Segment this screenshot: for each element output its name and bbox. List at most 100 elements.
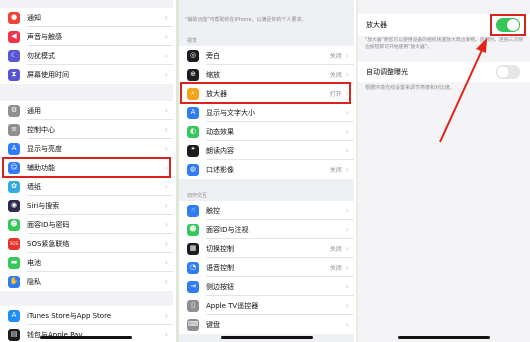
settings-item-notifications[interactable]: ● 通知 › (0, 8, 173, 27)
chevron-right-icon: › (345, 70, 349, 79)
interaction-item-touch[interactable]: ☝ 触控 › (179, 201, 354, 220)
voice-control-icon: ◔ (187, 261, 199, 274)
accessibility-intro: "辅助功能"可帮助你在iPhone，以满足你的个人要求。 (185, 17, 307, 23)
chevron-right-icon: › (164, 311, 168, 320)
settings-item-face-id[interactable]: ☻ 面容ID与密码 › (0, 215, 173, 234)
interaction-item-face-id[interactable]: ☻ 面容ID与注视 › (179, 220, 354, 239)
settings-item-screen-time[interactable]: ⧗ 屏幕使用时间 › (0, 65, 173, 84)
aa-icon: A (8, 142, 20, 155)
interaction-item-apple-tv-remote[interactable]: ▯ Apple TV遥控器 › (179, 296, 354, 315)
chevron-right-icon: › (164, 239, 168, 248)
flower-icon: ✿ (8, 180, 20, 193)
home-indicator (221, 336, 313, 339)
settings-item-wallpaper[interactable]: ✿ 墙纸 › (0, 177, 173, 196)
annotation-arrow (439, 38, 487, 143)
settings-item-sounds[interactable]: ◀ 声音与触感 › (0, 27, 173, 46)
bell-icon: ● (8, 11, 20, 24)
chevron-right-icon: › (345, 127, 349, 136)
home-indicator (40, 336, 132, 339)
interaction-item-switch-control[interactable]: ▦ 切换控制 关闭 › (179, 239, 354, 258)
zoom-icon: ⊕ (187, 68, 199, 81)
chevron-right-icon: › (164, 70, 168, 79)
voiceover-icon: ◎ (187, 49, 199, 62)
interaction-item-keyboard[interactable]: ⌨ 键盘 › (179, 315, 354, 334)
switch-control-icon: ▦ (187, 242, 199, 255)
chevron-right-icon: › (345, 282, 349, 291)
interaction-section-header: 动作交互 (187, 193, 208, 199)
face-id-icon: ☻ (8, 218, 20, 231)
vision-item-voiceover[interactable]: ◎ 旁白 关闭 › (179, 46, 354, 65)
side-button-icon: ⇥ (187, 280, 199, 293)
vision-item-motion[interactable]: ◐ 动态效果 › (179, 122, 354, 141)
settings-item-battery[interactable]: ▬ 电池 › (0, 253, 173, 272)
magnifier-icon: ⌕ (187, 87, 199, 100)
aa-icon: A (187, 106, 199, 119)
chevron-right-icon: › (164, 330, 168, 339)
chevron-right-icon: › (164, 51, 168, 60)
settings-panel: ● 通知 › ◀ 声音与触感 › ☾ 勿扰模式 › ⧗ 屏幕使用时间 › ⚙ 通… (0, 0, 173, 342)
vision-section-header: 视觉 (187, 38, 198, 44)
chevron-right-icon: › (164, 144, 168, 153)
settings-item-app-store[interactable]: A iTunes Store与App Store › (0, 306, 173, 325)
chevron-right-icon: › (345, 244, 349, 253)
speech-bubble-icon: ❝ (187, 144, 199, 157)
switches-icon: ≡ (8, 123, 20, 136)
chevron-right-icon: › (345, 89, 349, 98)
interaction-item-side-button[interactable]: ⇥ 侧边按钮 › (179, 277, 354, 296)
accessibility-panel: "辅助功能"可帮助你在iPhone，以满足你的个人要求。 视觉 ◎ 旁白 关闭 … (176, 0, 354, 342)
settings-item-general[interactable]: ⚙ 通用 › (0, 101, 173, 120)
siri-icon: ◉ (8, 199, 20, 212)
chevron-right-icon: › (164, 220, 168, 229)
interaction-item-voice-control[interactable]: ◔ 语音控制 关闭 › (179, 258, 354, 277)
chevron-right-icon: › (164, 182, 168, 191)
vision-item-spoken[interactable]: ❝ 朗读内容 › (179, 141, 354, 160)
gear-icon: ⚙ (8, 104, 20, 117)
settings-item-control-center[interactable]: ≡ 控制中心 › (0, 120, 173, 139)
hourglass-icon: ⧗ (8, 68, 20, 81)
chevron-right-icon: › (345, 108, 349, 117)
chevron-right-icon: › (345, 146, 349, 155)
chevron-right-icon: › (164, 258, 168, 267)
chevron-right-icon: › (164, 32, 168, 41)
settings-item-siri[interactable]: ◉ Siri与搜索 › (0, 196, 173, 215)
sos-icon: SOS (8, 237, 20, 250)
chevron-right-icon: › (164, 13, 168, 22)
chevron-right-icon: › (164, 201, 168, 210)
moon-icon: ☾ (8, 49, 20, 62)
vision-item-magnifier[interactable]: ⌕ 放大器 打开 › (179, 84, 354, 103)
face-id-icon: ☻ (187, 223, 199, 236)
audio-description-icon: ◍ (187, 163, 199, 176)
motion-icon: ◐ (187, 125, 199, 138)
chevron-right-icon: › (345, 263, 349, 272)
chevron-right-icon: › (345, 225, 349, 234)
settings-item-accessibility[interactable]: ☺ 辅助功能 › (0, 158, 173, 177)
vision-item-zoom[interactable]: ⊕ 缩放 关闭 › (179, 65, 354, 84)
settings-item-sos[interactable]: SOS SOS紧急联络 › (0, 234, 173, 253)
vision-item-display-text[interactable]: A 显示与文字大小 › (179, 103, 354, 122)
settings-item-wallet[interactable]: ▤ 钱包与Apple Pay › (0, 325, 173, 342)
chevron-right-icon: › (345, 165, 349, 174)
magnifier-panel: 放大器 "放大器"使您可以使用设备的相机快速放大周边事物。启用时，连按三次侧边按… (356, 0, 530, 342)
chevron-right-icon: › (164, 106, 168, 115)
arrow-line (439, 49, 483, 143)
wallet-icon: ▤ (8, 328, 20, 341)
chevron-right-icon: › (164, 277, 168, 286)
app-store-icon: A (8, 309, 20, 322)
home-indicator (398, 336, 490, 339)
accessibility-icon: ☺ (8, 161, 20, 174)
chevron-right-icon: › (164, 163, 168, 172)
settings-item-privacy[interactable]: ✋ 隐私 › (0, 272, 173, 291)
speaker-icon: ◀ (8, 30, 20, 43)
chevron-right-icon: › (345, 206, 349, 215)
settings-item-dnd[interactable]: ☾ 勿扰模式 › (0, 46, 173, 65)
settings-item-display[interactable]: A 显示与亮度 › (0, 139, 173, 158)
touch-icon: ☝ (187, 204, 199, 217)
chevron-right-icon: › (345, 51, 349, 60)
chevron-right-icon: › (345, 320, 349, 329)
keyboard-icon: ⌨ (187, 318, 199, 331)
hand-icon: ✋ (8, 275, 20, 288)
vision-item-audio-desc[interactable]: ◍ 口述影像 关闭 › (179, 160, 354, 179)
remote-icon: ▯ (187, 299, 199, 312)
chevron-right-icon: › (164, 125, 168, 134)
arrow-head (476, 38, 487, 53)
